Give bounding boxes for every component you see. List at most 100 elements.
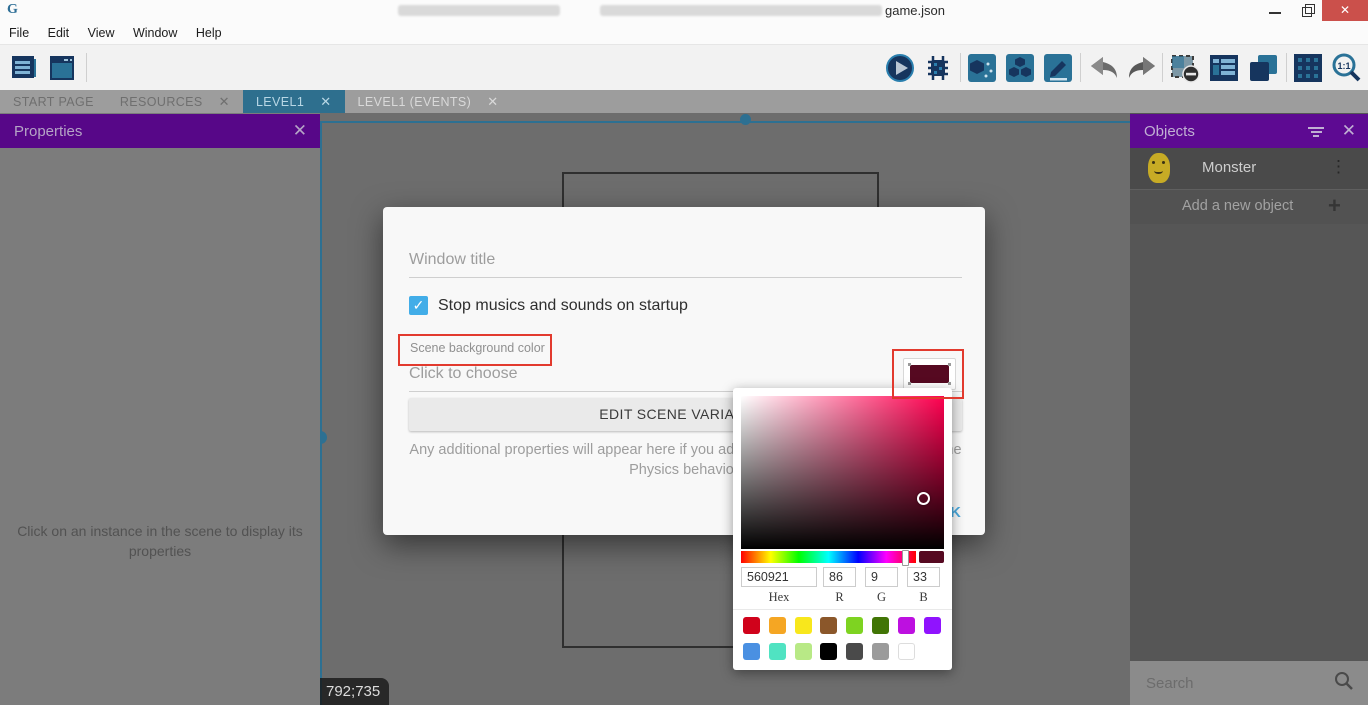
tab-resources[interactable]: RESOURCES ✕ [107,90,243,113]
red-input[interactable] [823,567,856,587]
monster-sprite-icon [1148,153,1170,183]
preset-swatch[interactable] [795,643,812,660]
svg-text:1:1: 1:1 [1337,61,1350,71]
color-picker-popover: Hex R G B [733,388,952,670]
debug-icon[interactable] [922,52,954,84]
properties-panel-title: Properties [14,123,82,140]
menu-help[interactable]: Help [196,22,222,44]
close-tab-icon[interactable]: ✕ [320,94,331,110]
object-name: Monster [1202,159,1256,176]
redacted-path-text [600,5,882,16]
preset-swatch[interactable] [924,617,941,634]
add-object-label: Add a new object [1182,198,1293,214]
object-search-bar [1130,661,1368,705]
close-window-button[interactable]: ✕ [1322,0,1368,21]
annotation-rectangle-color-swatch [892,349,964,399]
preset-swatch[interactable] [898,643,915,660]
editor-tab-bar: START PAGE RESOURCES ✕ LEVEL1 ✕ LEVEL1 (… [0,90,1368,113]
objects-panel-header: Objects ✕ [1130,114,1368,148]
blue-input[interactable] [907,567,940,587]
hex-label: Hex [769,590,790,605]
gdevelop-logo-icon: G [7,2,23,18]
red-label: R [835,590,843,605]
undo-icon[interactable] [1086,52,1118,84]
saturation-value-area[interactable] [741,396,944,549]
preset-swatch[interactable] [846,617,863,634]
redacted-path-text [398,5,560,16]
properties-empty-message: Click on an instance in the scene to dis… [10,521,310,561]
annotation-rectangle-scene-bg-label [398,334,552,366]
preset-swatch[interactable] [872,617,889,634]
window-title-field[interactable] [409,251,962,278]
menu-file[interactable]: File [9,22,29,44]
hue-slider[interactable] [741,551,916,563]
kebab-menu-icon[interactable]: ⋮ [1330,157,1347,177]
blue-label: B [919,590,927,605]
zoom-1-1-icon[interactable]: 1:1 [1330,52,1362,84]
close-tab-icon[interactable]: ✕ [487,94,498,110]
scene-window-left-border [320,121,322,705]
saturation-marker[interactable] [917,492,930,505]
search-input[interactable] [1144,669,1328,697]
redo-icon[interactable] [1124,52,1156,84]
grid-icon[interactable] [1292,52,1324,84]
hue-slider-handle[interactable] [902,550,909,566]
toolbar: 1:1 [0,45,1368,90]
document-title: game.json [885,3,945,18]
object-groups-icon[interactable] [1004,52,1036,84]
preset-swatch[interactable] [743,643,760,660]
color-input-fields: Hex R G B [741,567,944,605]
scene-window-top-border [322,121,1130,123]
stop-musics-checkbox[interactable]: ✓ [409,296,428,315]
objects-panel: Objects ✕ Monster ⋮ Add a new object + [1130,113,1368,705]
objects-list-icon[interactable] [1208,52,1240,84]
preset-swatch[interactable] [846,643,863,660]
preset-swatches [743,617,948,660]
add-object-icon[interactable] [966,52,998,84]
color-preview-swatch [919,551,944,563]
delete-selection-icon[interactable] [1168,52,1200,84]
minimize-button[interactable] [1260,0,1290,21]
tab-start-page[interactable]: START PAGE [0,90,107,113]
tab-level1[interactable]: LEVEL1 ✕ [243,90,345,113]
object-list-item[interactable]: Monster ⋮ [1130,148,1368,190]
green-input[interactable] [865,567,898,587]
divider [733,609,952,610]
preset-swatch[interactable] [743,617,760,634]
edit-scene-icon[interactable] [1042,52,1074,84]
properties-panel-header: Properties ✕ [0,114,320,148]
preset-swatch[interactable] [898,617,915,634]
plus-icon: + [1328,193,1341,219]
resize-handle[interactable] [320,431,327,444]
close-tab-icon[interactable]: ✕ [219,94,230,110]
project-manager-icon[interactable] [8,52,40,84]
preset-swatch[interactable] [795,617,812,634]
restore-button[interactable] [1292,0,1322,21]
close-panel-icon[interactable]: ✕ [293,121,307,141]
preset-swatch[interactable] [872,643,889,660]
layers-icon[interactable] [1246,52,1278,84]
menu-edit[interactable]: Edit [48,22,70,44]
tab-level1-events[interactable]: LEVEL1 (EVENTS) ✕ [345,90,512,113]
filter-icon[interactable] [1308,127,1324,139]
menu-window[interactable]: Window [133,22,177,44]
preset-swatch[interactable] [769,617,786,634]
title-bar: G game.json ✕ [0,0,1368,22]
properties-panel: Properties ✕ Click on an instance in the… [0,113,320,705]
stop-musics-label: Stop musics and sounds on startup [438,297,688,315]
close-panel-icon[interactable]: ✕ [1342,121,1356,141]
preset-swatch[interactable] [769,643,786,660]
hex-input[interactable] [741,567,817,587]
start-page-icon[interactable] [46,52,78,84]
objects-panel-title: Objects [1144,123,1195,140]
menu-bar: File Edit View Window Help [0,22,1368,45]
resize-handle[interactable] [740,114,751,125]
preview-play-icon[interactable] [884,52,916,84]
add-object-row[interactable]: Add a new object + [1130,190,1368,224]
menu-view[interactable]: View [88,22,115,44]
preset-swatch[interactable] [820,643,837,660]
search-icon [1334,671,1354,696]
green-label: G [877,590,886,605]
preset-swatch[interactable] [820,617,837,634]
cursor-coordinates-badge: 792;735 [320,678,389,705]
